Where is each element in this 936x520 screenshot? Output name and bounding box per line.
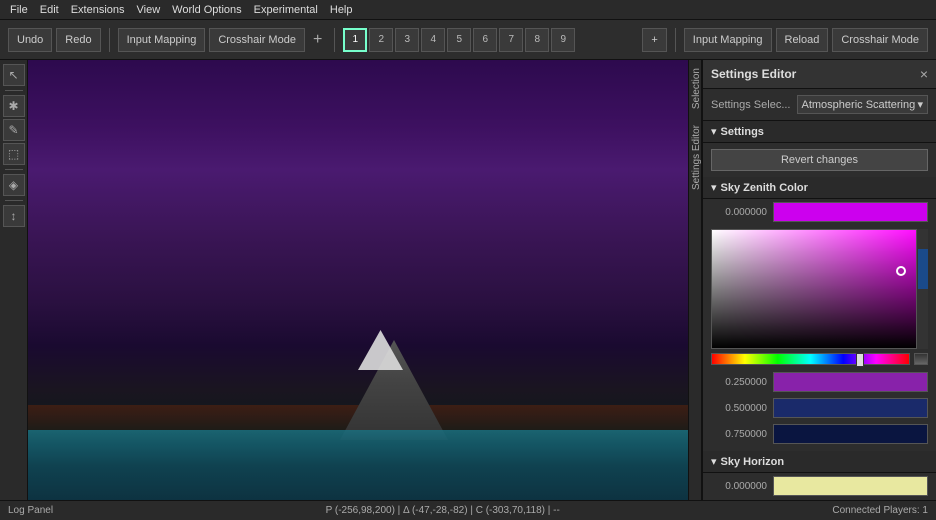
- zenith-color-row-3: 0.750000: [703, 421, 936, 447]
- hue-slider[interactable]: [711, 353, 910, 365]
- sky-zenith-title: Sky Zenith Color: [721, 182, 808, 194]
- color-cursor[interactable]: [896, 266, 906, 276]
- scroll-thumb: [918, 249, 928, 289]
- slot-1[interactable]: 1: [343, 28, 367, 52]
- input-mapping-button[interactable]: Input Mapping: [118, 28, 206, 52]
- horizon-color-row-1: 0.171875: [703, 499, 936, 500]
- zenith-color-row-0: 0.000000: [703, 199, 936, 225]
- settings-selector-row: Settings Selec... Atmospheric Scattering…: [703, 89, 936, 121]
- zenith-swatch-1[interactable]: [773, 372, 928, 392]
- input-mapping2-button[interactable]: Input Mapping: [684, 28, 772, 52]
- toolbar: Undo Redo Input Mapping Crosshair Mode +…: [0, 20, 936, 60]
- zenith-color-row-2: 0.500000: [703, 395, 936, 421]
- tool-area[interactable]: ⬚: [3, 143, 25, 165]
- slot-2[interactable]: 2: [369, 28, 393, 52]
- gradient-black-overlay: [712, 230, 927, 348]
- zenith-swatch-3[interactable]: [773, 424, 928, 444]
- tool-separator-1: [5, 90, 23, 91]
- position-info: P (-256,98,200) | Δ (-47,-28,-82) | C (-…: [326, 505, 560, 516]
- log-panel-label: Log Panel: [8, 505, 53, 516]
- slot-4[interactable]: 4: [421, 28, 445, 52]
- crosshair-mode2-button[interactable]: Crosshair Mode: [832, 28, 928, 52]
- color-gradient[interactable]: [711, 229, 928, 349]
- settings-selector-dropdown[interactable]: Atmospheric Scattering ▾: [797, 95, 929, 114]
- crosshair-mode-button[interactable]: Crosshair Mode: [209, 28, 305, 52]
- menu-experimental[interactable]: Experimental: [248, 4, 324, 16]
- water-layer: [28, 430, 688, 500]
- settings-panel-header: Settings Editor ×: [703, 60, 936, 89]
- toolbar-separator-1: [109, 28, 110, 52]
- add-button[interactable]: +: [309, 31, 326, 49]
- tab-settings-editor[interactable]: Settings Editor: [689, 117, 701, 198]
- redo-button[interactable]: Redo: [56, 28, 100, 52]
- tool-resize[interactable]: ↕: [3, 205, 25, 227]
- settings-panel: Settings Editor × Settings Selec... Atmo…: [702, 60, 936, 500]
- main-content: ↖ ✱ ✎ ⬚ ◈ ↕ Selection Settings Editor: [0, 60, 936, 500]
- menu-view[interactable]: View: [131, 4, 167, 16]
- toolbar-separator-3: [675, 28, 676, 52]
- zenith-swatch-2[interactable]: [773, 398, 928, 418]
- color-picker-scrollbar[interactable]: [916, 229, 928, 349]
- alpha-slider[interactable]: [914, 353, 928, 365]
- slot-6[interactable]: 6: [473, 28, 497, 52]
- tool-pencil[interactable]: ✎: [3, 119, 25, 141]
- horizon-color-row-0: 0.000000: [703, 473, 936, 499]
- slot-7[interactable]: 7: [499, 28, 523, 52]
- toolbar-separator-2: [334, 28, 335, 52]
- zenith-value-3: 0.750000: [711, 429, 767, 440]
- horizon-expand-icon: ▾: [711, 455, 717, 468]
- menu-world-options[interactable]: World Options: [166, 4, 248, 16]
- hue-thumb: [856, 353, 864, 367]
- status-bar: Log Panel P (-256,98,200) | Δ (-47,-28,-…: [0, 500, 936, 520]
- settings-section-header: ▾ Settings: [703, 121, 936, 143]
- viewport[interactable]: [28, 60, 688, 500]
- menu-bar: File Edit Extensions View World Options …: [0, 0, 936, 20]
- plus-right-button[interactable]: +: [642, 28, 666, 52]
- right-panel-tabs: Selection Settings Editor: [688, 60, 702, 500]
- menu-edit[interactable]: Edit: [34, 4, 65, 16]
- sky-horizon-title: Sky Horizon: [721, 456, 785, 468]
- mountain-snow: [336, 330, 426, 370]
- zenith-color-row-1: 0.250000: [703, 369, 936, 395]
- settings-selector-label: Settings Selec...: [711, 99, 791, 111]
- reload-button[interactable]: Reload: [776, 28, 829, 52]
- horizon-value-0: 0.000000: [711, 481, 767, 492]
- zenith-expand-icon: ▾: [711, 181, 717, 194]
- connected-players: Connected Players: 1: [832, 505, 928, 516]
- menu-help[interactable]: Help: [324, 4, 359, 16]
- settings-close-button[interactable]: ×: [920, 66, 928, 82]
- slot-container: 1 2 3 4 5 6 7 8 9: [343, 28, 575, 52]
- tool-place[interactable]: ◈: [3, 174, 25, 196]
- zenith-swatch-0[interactable]: [773, 202, 928, 222]
- scene-background: [28, 60, 688, 500]
- hue-slider-row: [711, 353, 928, 365]
- left-toolbar: ↖ ✱ ✎ ⬚ ◈ ↕: [0, 60, 28, 500]
- section-expand-icon: ▾: [711, 125, 717, 138]
- tool-brush[interactable]: ✱: [3, 95, 25, 117]
- slot-5[interactable]: 5: [447, 28, 471, 52]
- tool-select[interactable]: ↖: [3, 64, 25, 86]
- sky-zenith-section-header: ▾ Sky Zenith Color: [703, 177, 936, 199]
- settings-panel-title: Settings Editor: [711, 67, 796, 81]
- slot-9[interactable]: 9: [551, 28, 575, 52]
- menu-file[interactable]: File: [4, 4, 34, 16]
- tab-selection[interactable]: Selection: [689, 60, 701, 117]
- dropdown-arrow-icon: ▾: [917, 98, 923, 111]
- sky-horizon-section-header: ▾ Sky Horizon: [703, 451, 936, 473]
- revert-button[interactable]: Revert changes: [711, 149, 928, 171]
- slot-8[interactable]: 8: [525, 28, 549, 52]
- tool-separator-2: [5, 169, 23, 170]
- settings-section-title: Settings: [721, 126, 764, 138]
- settings-content: ▾ Settings Revert changes ▾ Sky Zenith C…: [703, 121, 936, 500]
- zenith-value-0: 0.000000: [711, 207, 767, 218]
- color-picker-area: [711, 229, 928, 349]
- zenith-value-1: 0.250000: [711, 377, 767, 388]
- slot-3[interactable]: 3: [395, 28, 419, 52]
- tool-separator-3: [5, 200, 23, 201]
- zenith-value-2: 0.500000: [711, 403, 767, 414]
- horizon-swatch-0[interactable]: [773, 476, 928, 496]
- undo-button[interactable]: Undo: [8, 28, 52, 52]
- menu-extensions[interactable]: Extensions: [65, 4, 131, 16]
